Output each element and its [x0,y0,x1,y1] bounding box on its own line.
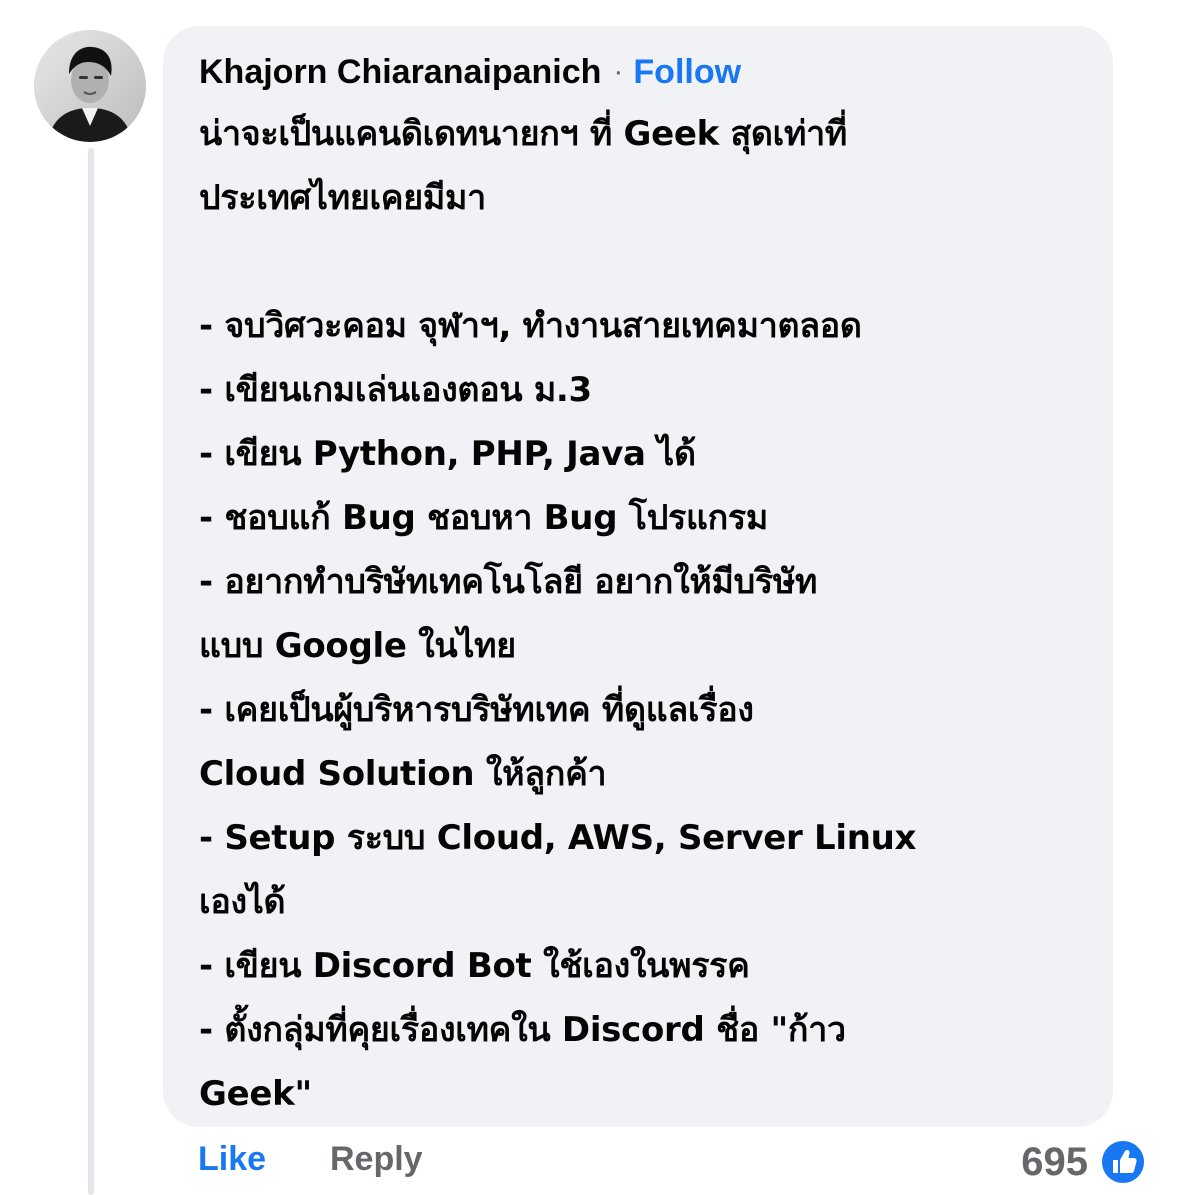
comment-text: น่าจะเป็นแคนดิเดทนายกฯ ที่ Geek สุดเท่าท… [199,114,917,1114]
thread-line [88,148,94,1195]
avatar-photo-icon [34,30,146,142]
reaction-summary[interactable]: 695 [1021,1136,1146,1188]
reply-button[interactable]: Reply [330,1140,423,1179]
like-button[interactable]: Like [198,1140,266,1179]
author-name[interactable]: Khajorn Chiaranaipanich [199,53,601,92]
author-row: Khajorn Chiaranaipanich · Follow [199,50,741,94]
separator-dot: · [613,55,624,88]
follow-button[interactable]: Follow [633,53,741,92]
like-reaction-icon [1100,1139,1146,1185]
avatar[interactable] [34,30,146,142]
reaction-count: 695 [1021,1139,1088,1184]
comment-bubble: Khajorn Chiaranaipanich · Follow น่าจะเป… [163,26,1113,1127]
